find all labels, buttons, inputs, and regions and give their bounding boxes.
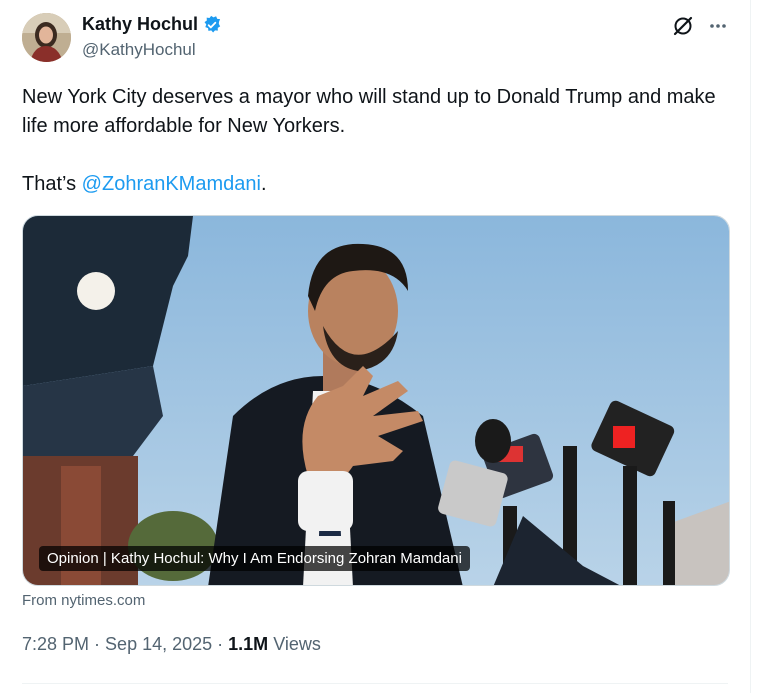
author-display-name[interactable]: Kathy Hochul <box>82 14 198 35</box>
views-count[interactable]: 1.1M <box>228 634 268 654</box>
tweet-date[interactable]: Sep 14, 2025 <box>105 634 212 654</box>
tweet-meta: 7:28 PM · Sep 14, 2025 · 1.1M Views <box>22 634 321 655</box>
views-label: Views <box>268 634 321 654</box>
tweet-text: New York City deserves a mayor who will … <box>22 83 732 199</box>
meta-separator-2: · <box>212 634 229 654</box>
tweet-text-prefix: That’s <box>22 173 82 195</box>
tweet-text-suffix: . <box>260 173 267 195</box>
avatar[interactable] <box>22 13 71 62</box>
grok-icon[interactable] <box>672 15 694 37</box>
meta-separator-1: · <box>89 634 106 654</box>
verified-badge-icon[interactable] <box>202 15 222 35</box>
card-photo <box>23 216 729 585</box>
author-handle[interactable]: @KathyHochul <box>82 40 196 60</box>
tweet-actions-top <box>672 15 728 37</box>
link-card[interactable]: Opinion | Kathy Hochul: Why I Am Endorsi… <box>22 215 730 586</box>
tweet-time[interactable]: 7:28 PM <box>22 634 89 654</box>
avatar-image <box>22 13 71 62</box>
divider <box>22 683 728 684</box>
tweet-container: Kathy Hochul @KathyHochul New York City … <box>0 0 751 693</box>
mention-link[interactable]: @ZohranKMamdani <box>82 173 261 195</box>
tweet-text-line-2: That’s @ZohranKMamdani. <box>22 170 732 199</box>
card-caption: Opinion | Kathy Hochul: Why I Am Endorsi… <box>39 546 470 571</box>
tweet-text-line-1: New York City deserves a mayor who will … <box>22 86 716 137</box>
more-icon[interactable] <box>708 16 728 36</box>
card-source[interactable]: From nytimes.com <box>22 592 145 609</box>
author-name-row: Kathy Hochul <box>82 14 222 35</box>
